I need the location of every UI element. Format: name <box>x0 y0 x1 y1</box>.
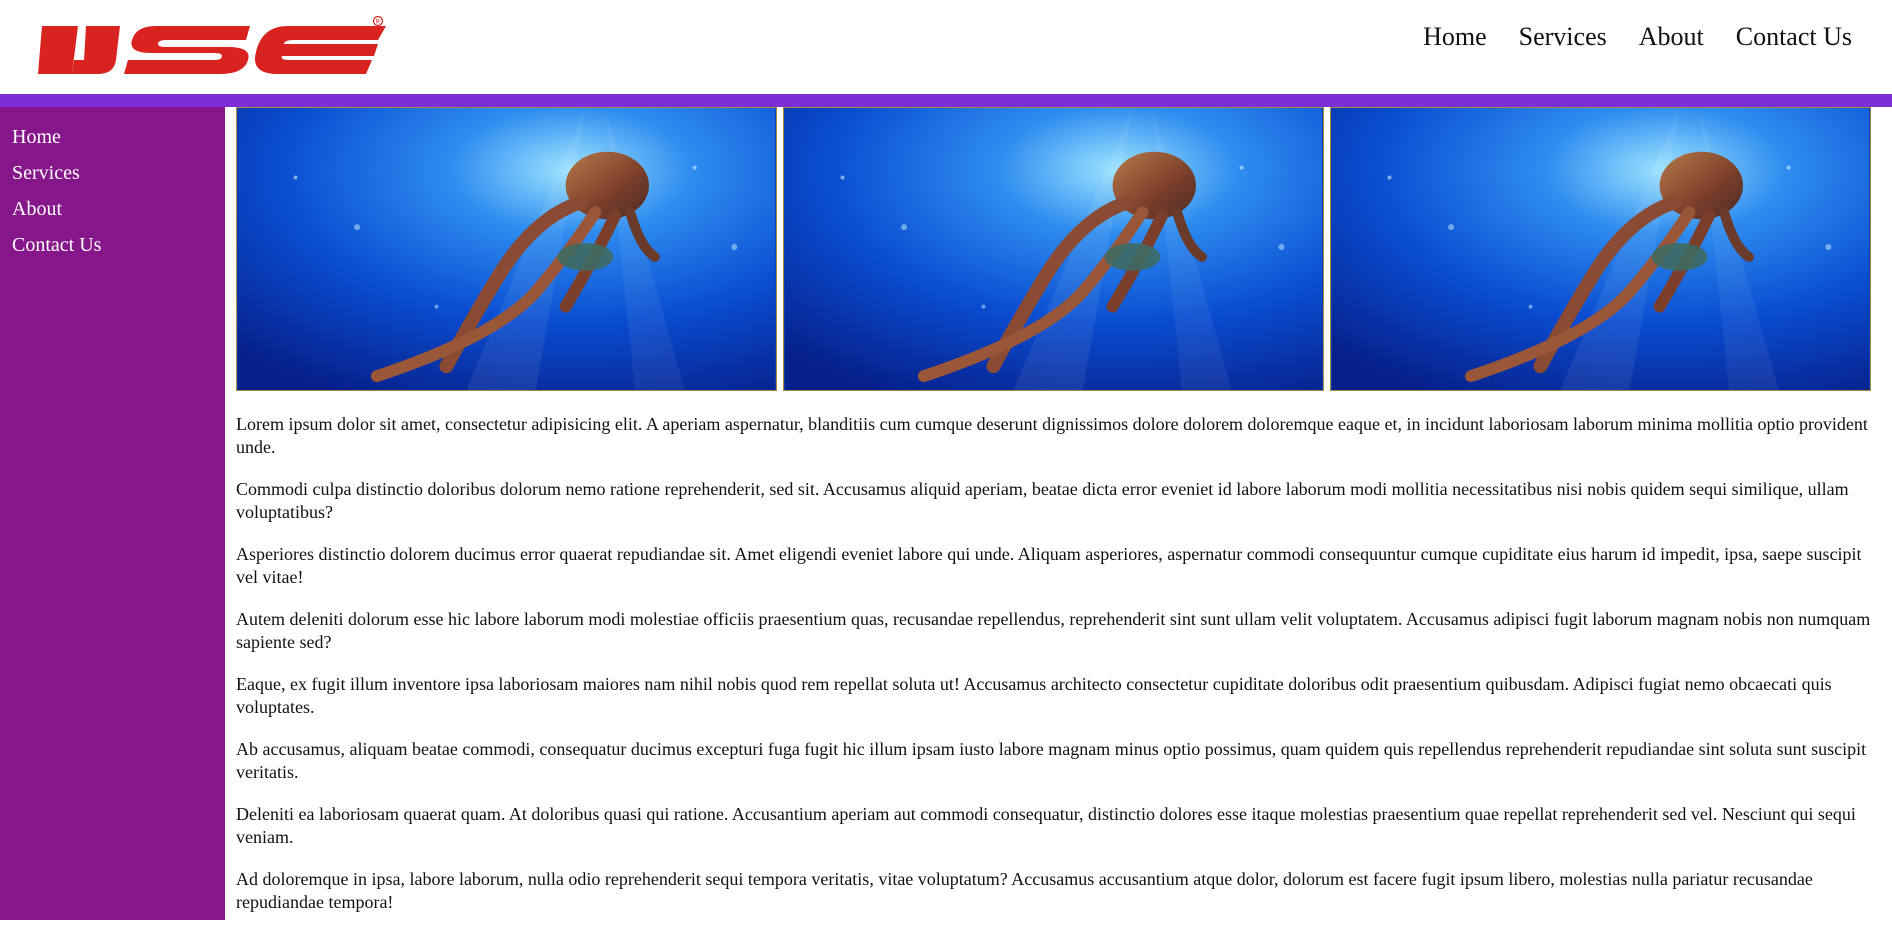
octopus-underwater-image <box>237 108 776 390</box>
octopus-underwater-image <box>1331 108 1870 390</box>
sidebar-link-about[interactable]: About <box>12 198 62 220</box>
top-nav-home[interactable]: Home <box>1423 22 1487 52</box>
gallery-image-2 <box>783 107 1324 391</box>
content-paragraph: Eaque, ex fugit illum inventore ipsa lab… <box>236 674 1832 717</box>
gallery-image-1 <box>236 107 777 391</box>
content-paragraph: Commodi culpa distinctio doloribus dolor… <box>236 479 1849 522</box>
sidebar-link-services[interactable]: Services <box>12 162 80 184</box>
content-paragraph: Ad doloremque in ipsa, labore laborum, n… <box>236 869 1813 912</box>
sidebar-link-contact-us[interactable]: Contact Us <box>12 234 101 256</box>
top-nav-services[interactable]: Services <box>1519 22 1607 52</box>
gallery-image-3 <box>1330 107 1871 391</box>
sidebar-navigation: Home Services About Contact Us <box>0 107 225 263</box>
content-paragraph: Asperiores distinctio dolorem ducimus er… <box>236 544 1862 587</box>
top-navigation: Home Services About Contact Us <box>1423 22 1852 52</box>
image-gallery <box>236 107 1886 391</box>
sidebar-item-about: About <box>12 191 225 227</box>
sidebar: Home Services About Contact Us <box>0 107 225 920</box>
top-nav-contact-us[interactable]: Contact Us <box>1736 22 1852 52</box>
sidebar-item-services: Services <box>12 155 225 191</box>
octopus-underwater-image <box>784 108 1323 390</box>
main-content: Lorem ipsum dolor sit amet, consectetur … <box>236 107 1886 933</box>
top-nav-about[interactable]: About <box>1639 22 1704 52</box>
ijse-logo[interactable]: R <box>38 16 388 80</box>
content-paragraph: Ab accusamus, aliquam beatae commodi, co… <box>236 739 1867 782</box>
header-accent-bar <box>0 94 1892 107</box>
sidebar-item-contact-us: Contact Us <box>12 227 225 263</box>
sidebar-item-home: Home <box>12 119 225 155</box>
content-paragraph: Lorem ipsum dolor sit amet, consectetur … <box>236 414 1868 457</box>
content-paragraph: Autem deleniti dolorum esse hic labore l… <box>236 609 1871 652</box>
content-section: Lorem ipsum dolor sit amet, consectetur … <box>236 413 1886 914</box>
content-paragraph: Deleniti ea laboriosam quaerat quam. At … <box>236 804 1856 847</box>
site-header: R Home Services About Contact Us <box>0 0 1892 94</box>
sidebar-link-home[interactable]: Home <box>12 126 61 148</box>
svg-text:R: R <box>376 19 381 25</box>
